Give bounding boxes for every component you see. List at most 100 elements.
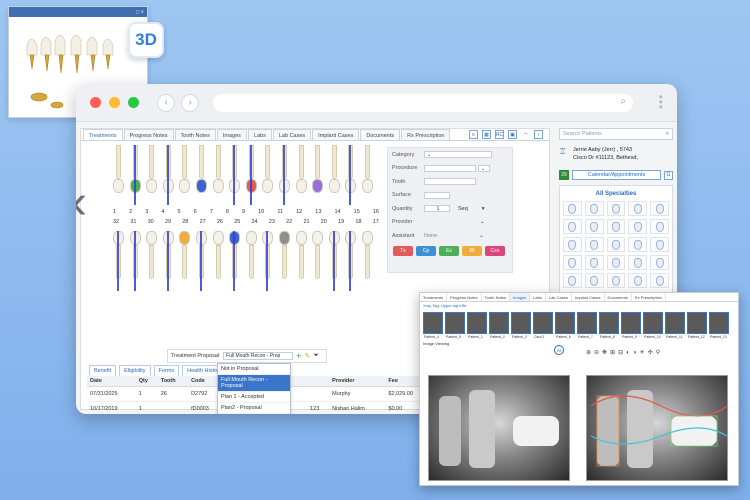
tooth-number[interactable]: 3 xyxy=(145,209,148,215)
edit-icon[interactable]: ✎ xyxy=(304,352,310,360)
upper-tooth[interactable] xyxy=(179,145,191,193)
procedure-tooth-icon[interactable] xyxy=(628,237,648,252)
procedure-tooth-icon[interactable] xyxy=(606,237,626,252)
xray-thumbnail[interactable]: Patient_2 xyxy=(489,312,509,339)
procedure-tooth-icon[interactable] xyxy=(584,255,604,270)
tooth-number[interactable]: 29 xyxy=(165,219,171,225)
xray-thumbnail[interactable]: Card 1 xyxy=(533,312,553,339)
tooth-number[interactable]: 6 xyxy=(194,209,197,215)
procedure-tooth-icon[interactable] xyxy=(650,273,669,288)
tooth-number[interactable]: 5 xyxy=(178,209,181,215)
procedure-tooth-icon[interactable] xyxy=(563,273,582,288)
table-header[interactable]: Provider xyxy=(329,376,386,387)
patient-search[interactable]: Search Patients ⌕ xyxy=(559,128,673,140)
tab-documents[interactable]: Documents xyxy=(360,129,401,140)
maximize-dot[interactable] xyxy=(128,97,139,108)
upper-tooth[interactable] xyxy=(196,145,207,193)
ex-button[interactable]: Ex xyxy=(439,245,459,256)
tooth-number[interactable]: 24 xyxy=(252,219,258,225)
lower-tooth[interactable] xyxy=(146,231,158,279)
image-tools[interactable]: ⊕⊖✥⊞⊟◐◑☀✣⚲ xyxy=(586,349,663,356)
lower-tooth[interactable] xyxy=(212,231,224,279)
g-button[interactable]: G xyxy=(664,170,673,180)
lower-tooth[interactable] xyxy=(245,231,257,279)
cxn-button[interactable]: Cxn xyxy=(485,245,505,256)
tooth-number[interactable]: 20 xyxy=(321,219,327,225)
procedure-tooth-icon[interactable] xyxy=(650,237,669,252)
tooth-number[interactable]: 30 xyxy=(148,219,154,225)
procedure-tooth-icon[interactable] xyxy=(606,219,626,234)
patient-info[interactable]: ♖ Jerrie Aaby (Jerr) , 5743 Cisco Dr #11… xyxy=(559,146,673,162)
procedure-tooth-icon[interactable] xyxy=(628,219,648,234)
xray-thumbnail[interactable]: Patient_4 xyxy=(423,312,443,339)
tooth-number[interactable]: 19 xyxy=(338,219,344,225)
upper-tooth[interactable] xyxy=(212,145,224,193)
address-bar[interactable]: ⌕ xyxy=(213,93,633,112)
tooth-number[interactable]: 15 xyxy=(354,209,360,215)
procedure-tooth-icon[interactable] xyxy=(628,201,648,216)
tab-treatments[interactable]: Treatments xyxy=(83,129,123,140)
xray-thumbnail[interactable]: Patient_6 xyxy=(555,312,575,339)
tooth-number[interactable]: 21 xyxy=(303,219,309,225)
procedure-tooth-icon[interactable] xyxy=(606,273,626,288)
more-icon[interactable]: • • • xyxy=(659,91,663,113)
xray-thumbnail[interactable]: Patient_10 xyxy=(643,312,663,339)
proposal-option[interactable]: Not in Proposal xyxy=(218,364,290,375)
procedure-tooth-icon[interactable] xyxy=(584,273,604,288)
tooth-number[interactable]: 4 xyxy=(161,209,164,215)
add-icon[interactable]: + xyxy=(296,351,301,361)
imaging-tab[interactable]: Rx Prescription xyxy=(632,293,666,301)
upper-tooth[interactable] xyxy=(262,145,274,193)
lower-tooth[interactable] xyxy=(179,231,191,279)
rc-button[interactable]: RC xyxy=(495,130,504,139)
imaging-tab[interactable]: Documents xyxy=(605,293,632,301)
tooth-number[interactable]: 22 xyxy=(286,219,292,225)
lower-tooth[interactable] xyxy=(312,231,324,279)
xray-thumbnail[interactable]: Patient_13 xyxy=(709,312,729,339)
tooth-number[interactable]: 31 xyxy=(130,219,136,225)
procedure-tooth-icon[interactable] xyxy=(563,219,582,234)
procedure-tooth-icon[interactable] xyxy=(563,201,582,216)
procedure-tooth-icon[interactable] xyxy=(584,219,604,234)
upper-tooth[interactable] xyxy=(362,145,373,193)
image-icon[interactable]: ▣ xyxy=(508,130,517,139)
proposal-option[interactable]: Plan2 - Proposal xyxy=(218,403,290,414)
xray-thumbnail[interactable]: Patient_12 xyxy=(687,312,707,339)
surface-input[interactable] xyxy=(424,191,450,199)
tab-tooth-notes[interactable]: Tooth Notes xyxy=(174,129,216,140)
minimize-dot[interactable] xyxy=(109,97,120,108)
tooth-number[interactable]: 28 xyxy=(182,219,188,225)
ai-button[interactable]: AI xyxy=(554,345,564,355)
xray-thumbnail[interactable]: Patient_9 xyxy=(621,312,641,339)
imaging-tab[interactable]: Tooth Notes xyxy=(482,293,511,301)
odontogram[interactable]: 1 2 3 4 5 6 7 8 9 10 11 12 13 14 15 16 32 31 30 29 28 27 26 25… xyxy=(113,145,379,293)
tx-button[interactable]: Tx xyxy=(393,245,413,256)
collapse-icon[interactable]: ‹ xyxy=(534,130,543,139)
rf-button[interactable]: Rf xyxy=(462,245,482,256)
tooth-number[interactable]: 11 xyxy=(277,209,283,215)
tab-lab-cases[interactable]: Lab Cases xyxy=(272,129,312,140)
upper-tooth[interactable] xyxy=(312,145,324,193)
tooth-number[interactable]: 7 xyxy=(210,209,213,215)
procedure-dropdown-icon[interactable]: ⌄ xyxy=(478,164,490,172)
tooth-number[interactable]: 27 xyxy=(200,219,206,225)
tooth-number[interactable]: 26 xyxy=(217,219,223,225)
imaging-tab[interactable]: Implant Cases xyxy=(572,293,605,301)
tooth-number[interactable]: 12 xyxy=(296,209,302,215)
lower-tooth[interactable] xyxy=(279,231,290,279)
procedure-tooth-icon[interactable] xyxy=(650,219,669,234)
list-icon[interactable]: ≡ xyxy=(469,130,478,139)
tooth-number[interactable]: 18 xyxy=(355,219,361,225)
grid-icon[interactable]: ▦ xyxy=(482,130,491,139)
lower-tooth[interactable] xyxy=(362,231,373,279)
calendar-icon[interactable]: 29 xyxy=(559,170,569,180)
table-header[interactable] xyxy=(307,376,330,387)
procedure-tooth-icon[interactable] xyxy=(650,255,669,270)
procedure-tooth-icon[interactable] xyxy=(628,273,648,288)
imaging-tab[interactable]: Treatments xyxy=(420,293,448,301)
tab-images[interactable]: Images xyxy=(216,129,247,140)
quantity-input[interactable]: 1 xyxy=(424,205,450,213)
cp-button[interactable]: Cp xyxy=(416,245,436,256)
xray-thumbnail[interactable]: Patient_7 xyxy=(577,312,597,339)
table-header[interactable]: Tooth xyxy=(157,376,189,387)
